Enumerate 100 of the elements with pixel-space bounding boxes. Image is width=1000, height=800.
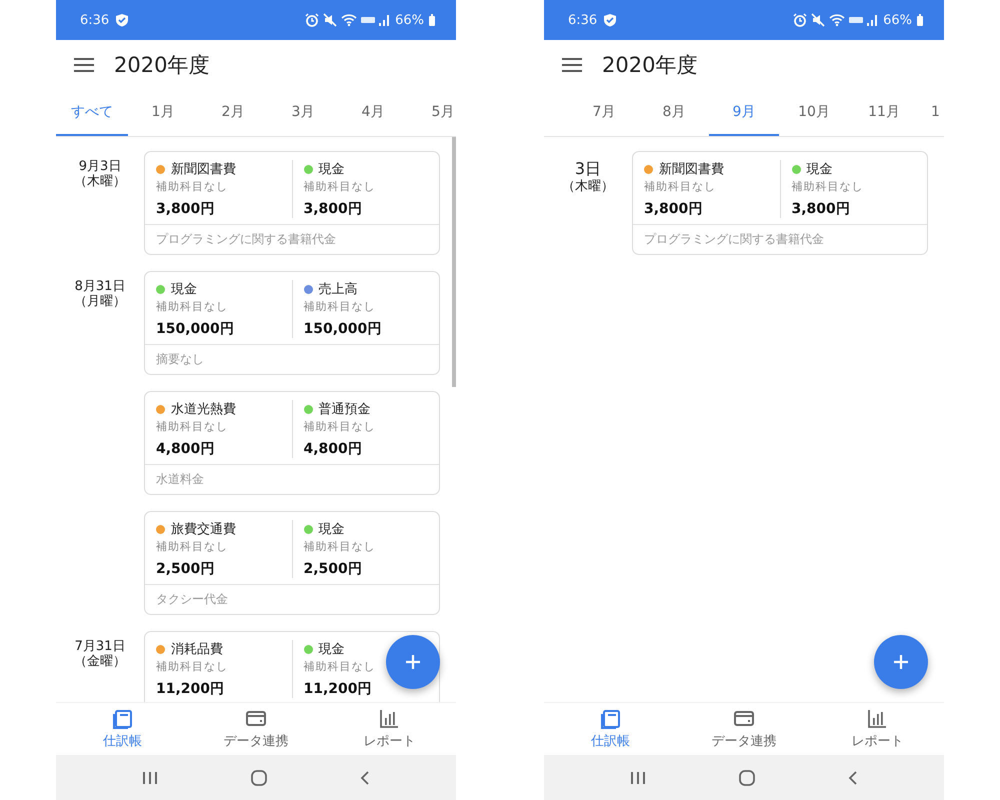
- bar-chart-icon: [379, 708, 400, 728]
- entry-date: 8月31日: [74, 279, 126, 294]
- amount: 150,000円: [156, 320, 234, 338]
- account-name: 新聞図書費: [659, 161, 724, 178]
- nav-item[interactable]: レポート: [322, 703, 456, 755]
- memo-text: 摘要なし: [156, 351, 204, 368]
- recent-apps-icon[interactable]: [142, 770, 158, 784]
- month-tab[interactable]: 11月: [849, 90, 919, 136]
- wifi-icon: [829, 13, 846, 27]
- sub-account: 補助科目なし: [156, 659, 228, 674]
- sub-account: 補助科目なし: [156, 299, 228, 314]
- month-tab[interactable]: 2月: [198, 90, 268, 136]
- amount: 4,800円: [304, 440, 362, 458]
- menu-icon: [562, 58, 582, 72]
- battery-percent: 66%: [395, 12, 424, 28]
- entry-weekday: （木曜）: [73, 174, 127, 189]
- sub-account: 補助科目なし: [304, 299, 376, 314]
- clock-time: 6:36: [568, 12, 598, 28]
- month-tab[interactable]: 5月: [408, 90, 456, 136]
- menu-icon: [74, 58, 94, 72]
- entry-date: 7月31日: [74, 639, 126, 654]
- account-name: 新聞図書費: [171, 161, 236, 178]
- amount: 3,800円: [156, 200, 214, 218]
- journal-card[interactable]: 旅費交通費 補助科目なし 2,500円 現金 補助科目なし 2,500円 タクシー代金: [144, 511, 440, 615]
- account-name: 現金: [318, 161, 344, 178]
- back-icon[interactable]: [848, 770, 858, 786]
- month-tab[interactable]: 1月: [128, 90, 198, 136]
- memo-text: プログラミングに関する書籍代金: [156, 231, 336, 248]
- amount: 3,800円: [644, 200, 702, 218]
- month-tab[interactable]: 1: [919, 90, 944, 136]
- month-tab[interactable]: 9月: [709, 90, 779, 136]
- entry-date: 9月3日: [78, 159, 122, 174]
- account-name: 現金: [806, 161, 832, 178]
- sub-account: 補助科目なし: [156, 539, 228, 554]
- amount: 150,000円: [304, 320, 382, 338]
- entry-date: 3日: [574, 159, 602, 179]
- sub-account: 補助科目なし: [304, 179, 376, 194]
- month-tab[interactable]: 4月: [338, 90, 408, 136]
- nav-item[interactable]: 仕訳帳: [544, 703, 678, 755]
- signal-icon: [379, 13, 392, 27]
- journal-card[interactable]: 水道光熱費 補助科目なし 4,800円 普通預金 補助科目なし 4,800円 水道料金: [144, 391, 440, 495]
- journal-card[interactable]: 新聞図書費 補助科目なし 3,800円 現金 補助科目なし 3,800円 プログラミングに関する書籍代金: [632, 151, 928, 255]
- nav-item[interactable]: レポート: [810, 703, 944, 755]
- screen-title: 2020年度: [114, 52, 210, 79]
- clock-time: 6:36: [80, 12, 110, 28]
- month-tab[interactable]: 10月: [779, 90, 849, 136]
- account-name: 現金: [318, 641, 344, 658]
- journal-card[interactable]: 新聞図書費 補助科目なし 3,800円 現金 補助科目なし 3,800円 プログラミングに関する書籍代金: [144, 151, 440, 255]
- book-icon: [112, 708, 133, 728]
- alarm-icon: [793, 13, 808, 27]
- book-icon: [600, 708, 621, 728]
- home-icon[interactable]: [250, 770, 267, 786]
- menu-button[interactable]: [74, 58, 94, 72]
- amount: 2,500円: [304, 560, 362, 578]
- entry-weekday: （金曜）: [73, 654, 127, 669]
- journal-card[interactable]: 現金 補助科目なし 150,000円 売上高 補助科目なし 150,000円 摘要なし: [144, 271, 440, 375]
- nav-item[interactable]: データ連携: [189, 703, 323, 755]
- amount: 3,800円: [792, 200, 850, 218]
- menu-button[interactable]: [562, 58, 582, 72]
- account-name: 現金: [171, 281, 197, 298]
- shield-icon: [115, 13, 130, 27]
- add-button[interactable]: [874, 635, 928, 689]
- nav-item[interactable]: 仕訳帳: [56, 703, 190, 755]
- mute-icon: [323, 13, 338, 27]
- sub-account: 補助科目なし: [792, 179, 864, 194]
- sub-account: 補助科目なし: [156, 179, 228, 194]
- battery-percent: 66%: [883, 12, 912, 28]
- sub-account: 補助科目なし: [156, 419, 228, 434]
- shield-icon: [603, 13, 618, 27]
- bar-chart-icon: [867, 708, 888, 728]
- memo-text: 水道料金: [156, 471, 204, 488]
- screen-title: 2020年度: [602, 52, 698, 79]
- account-name: 消耗品費: [171, 641, 223, 658]
- amount: 11,200円: [304, 680, 372, 698]
- alarm-icon: [305, 13, 320, 27]
- amount: 11,200円: [156, 680, 224, 698]
- sub-account: 補助科目なし: [644, 179, 716, 194]
- card-icon: [246, 708, 266, 728]
- amount: 4,800円: [156, 440, 214, 458]
- wifi-icon: [341, 13, 358, 27]
- memo-text: プログラミングに関する書籍代金: [644, 231, 824, 248]
- plus-icon: [405, 654, 421, 670]
- month-tab[interactable]: すべて: [56, 90, 128, 136]
- entry-weekday: （月曜）: [73, 294, 127, 309]
- amount: 2,500円: [156, 560, 214, 578]
- sub-account: 補助科目なし: [304, 539, 376, 554]
- month-tab[interactable]: 3月: [268, 90, 338, 136]
- account-name: 旅費交通費: [171, 521, 236, 538]
- battery-icon: [916, 13, 924, 27]
- plus-icon: [893, 654, 909, 670]
- account-name: 普通預金: [318, 400, 370, 418]
- account-name: 現金: [318, 521, 344, 538]
- card-icon: [734, 708, 754, 728]
- month-tab[interactable]: 7月: [569, 90, 639, 136]
- nav-item[interactable]: データ連携: [677, 703, 811, 755]
- signal-icon: [867, 13, 880, 27]
- home-icon[interactable]: [738, 770, 755, 786]
- back-icon[interactable]: [360, 770, 370, 786]
- month-tab[interactable]: 8月: [639, 90, 709, 136]
- recent-apps-icon[interactable]: [630, 770, 646, 784]
